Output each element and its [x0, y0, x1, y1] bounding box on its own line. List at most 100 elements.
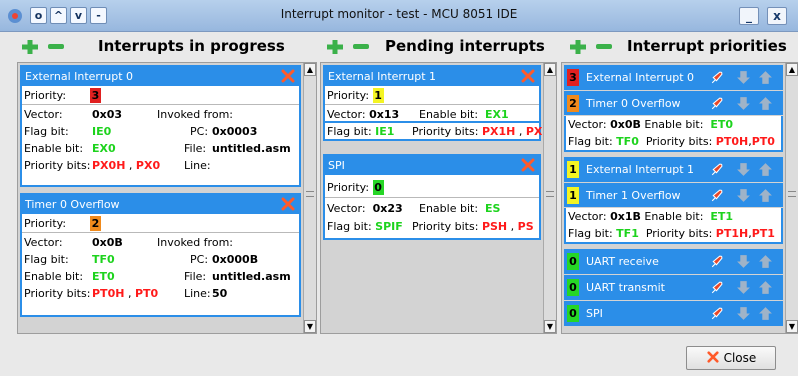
scroll-down-arrow-icon[interactable]: ▼ [304, 320, 316, 333]
invoke-rocket-icon[interactable] [709, 188, 724, 203]
priority-bit[interactable]: PSH [482, 220, 507, 233]
flag-bit[interactable]: TF0 [616, 135, 639, 148]
invoke-rocket-icon[interactable] [709, 280, 724, 295]
pending-scrollbar[interactable]: ▲ ▼ [543, 63, 556, 333]
move-down-icon[interactable] [736, 188, 751, 203]
flag-bit[interactable]: SPIF [375, 220, 403, 233]
priority-value: 0 [372, 180, 384, 195]
priority-bits-label: Priority bits: [24, 159, 91, 172]
enable-bit[interactable]: ES [485, 202, 500, 215]
priority-bit[interactable]: PT1H [716, 227, 748, 240]
scroll-up-arrow-icon[interactable]: ▲ [304, 63, 316, 76]
move-up-icon[interactable] [758, 96, 773, 111]
enable-label: Enable bit: [24, 142, 84, 155]
priority-bit[interactable]: PX0H [92, 159, 125, 172]
move-up-icon[interactable] [758, 188, 773, 203]
priority-bit[interactable]: PT0H [716, 135, 748, 148]
minimize-button[interactable]: _ [739, 7, 759, 25]
scrollbar-grip[interactable] [306, 191, 314, 197]
card-title: Timer 0 Overflow [25, 198, 120, 211]
line-value: 50 [212, 287, 228, 300]
flag-bit[interactable]: TF1 [616, 227, 639, 240]
move-up-icon[interactable] [758, 306, 773, 321]
enable-bit[interactable]: ET0 [710, 118, 733, 131]
priority-tag: 3 [567, 69, 579, 86]
priority-bit[interactable]: PT1 [752, 227, 775, 240]
scroll-up-arrow-icon[interactable]: ▲ [544, 63, 556, 76]
invoke-rocket-icon[interactable] [709, 96, 724, 111]
move-up-icon[interactable] [758, 280, 773, 295]
enable-bit[interactable]: EX0 [92, 141, 116, 156]
remove-icon[interactable] [353, 44, 369, 49]
progress-scrollbar[interactable]: ▲ ▼ [303, 63, 316, 333]
invoke-rocket-icon[interactable] [709, 306, 724, 321]
priorities-scrollbar[interactable]: ▲ ▼ [785, 63, 798, 333]
scrollbar-grip[interactable] [546, 191, 554, 197]
priority-bit[interactable]: PS [518, 220, 534, 233]
card-header: SPI [325, 156, 539, 175]
file-label: File: [184, 142, 207, 155]
remove-icon[interactable] [48, 44, 64, 49]
flag-bit[interactable]: IE0 [92, 124, 111, 139]
invoke-rocket-icon[interactable] [709, 162, 724, 177]
close-x-icon[interactable] [521, 158, 535, 172]
close-window-button[interactable]: x [767, 7, 787, 25]
add-icon[interactable] [22, 40, 38, 54]
move-down-icon[interactable] [736, 96, 751, 111]
enable-bit[interactable]: EX1 [485, 108, 509, 121]
priorities-section-title: Interrupt priorities [627, 37, 787, 55]
priorities-list: 3 External Interrupt 0 2 Timer 0 Overflow Ve… [561, 62, 798, 334]
move-down-icon[interactable] [736, 306, 751, 321]
flag-bit[interactable]: IE1 [375, 125, 394, 138]
move-down-icon[interactable] [736, 70, 751, 85]
flag-label: Flag bit: [327, 125, 372, 138]
enable-label: Enable bit: [644, 118, 704, 131]
flag-bit[interactable]: TF0 [92, 252, 115, 267]
enable-bit[interactable]: ET0 [92, 269, 115, 284]
priority-row: 2 Timer 0 Overflow Vector: 0x0B Enable bit… [564, 91, 783, 152]
comma: , [510, 220, 515, 233]
add-icon[interactable] [327, 40, 343, 54]
priority-label: Priority: [327, 89, 370, 102]
invoke-rocket-icon[interactable] [709, 254, 724, 269]
scroll-up-arrow-icon[interactable]: ▲ [786, 63, 798, 76]
progress-card: Timer 0 Overflow Priority: 2 Vector: 0x0… [20, 193, 301, 317]
scroll-down-arrow-icon[interactable]: ▼ [786, 320, 798, 333]
card-title: External Interrupt 0 [25, 70, 134, 83]
priority-bit[interactable]: PT0 [135, 287, 158, 300]
enable-label: Enable bit: [419, 202, 479, 215]
move-up-icon[interactable] [758, 70, 773, 85]
close-button[interactable]: Close [686, 346, 776, 370]
priority-tag: 0 [567, 279, 579, 296]
move-down-icon[interactable] [736, 162, 751, 177]
add-icon[interactable] [570, 40, 586, 54]
scrollbar-grip[interactable] [788, 191, 796, 197]
priority-value: 1 [372, 88, 384, 103]
move-up-icon[interactable] [758, 254, 773, 269]
remove-icon[interactable] [596, 44, 612, 49]
priority-value: 2 [90, 216, 101, 231]
move-up-icon[interactable] [758, 162, 773, 177]
priority-bit[interactable]: PT0H [92, 287, 124, 300]
move-down-icon[interactable] [736, 280, 751, 295]
flag-label: Flag bit: [24, 125, 69, 138]
interrupt-name: External Interrupt 0 [586, 71, 695, 84]
close-x-icon[interactable] [281, 69, 295, 83]
invoke-rocket-icon[interactable] [709, 70, 724, 85]
enable-label: Enable bit: [419, 108, 479, 121]
priority-tag: 0 [567, 305, 579, 322]
priority-bit[interactable]: PX0 [136, 159, 160, 172]
enable-bit[interactable]: ET1 [710, 210, 733, 223]
priority-bit[interactable]: PT0 [752, 135, 775, 148]
progress-card: External Interrupt 0 Priority: 3 Vector:… [20, 65, 301, 187]
pc-label: PC: [190, 253, 209, 266]
move-down-icon[interactable] [736, 254, 751, 269]
close-x-icon[interactable] [281, 197, 295, 211]
pc-value: 0x0003 [212, 125, 258, 138]
priority-bit[interactable]: PX1H [482, 125, 515, 138]
pc-label: PC: [190, 125, 209, 138]
close-x-icon[interactable] [521, 69, 535, 83]
card-title: External Interrupt 1 [328, 70, 437, 83]
vector-value: 0x1B [610, 210, 641, 223]
scroll-down-arrow-icon[interactable]: ▼ [544, 320, 556, 333]
